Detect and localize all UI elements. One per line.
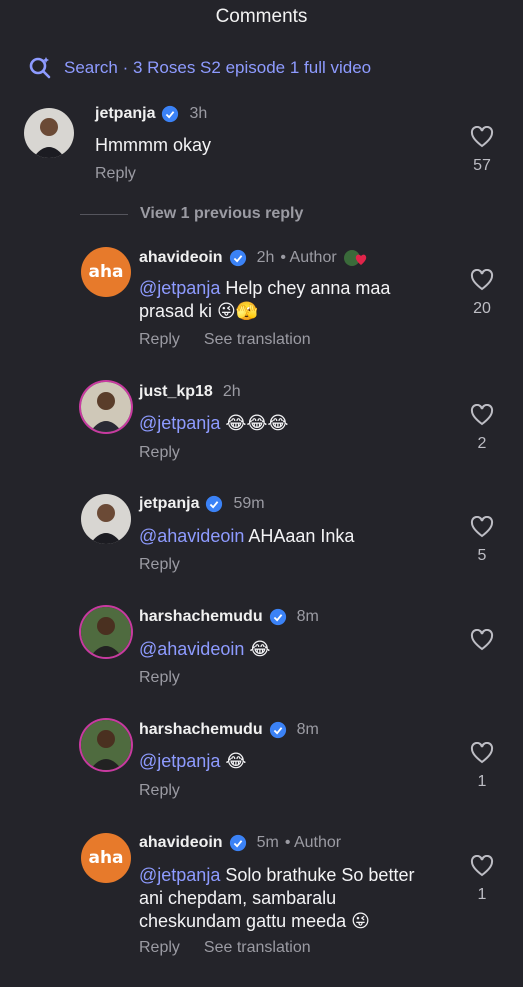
timestamp: 59m — [233, 495, 265, 512]
like-button[interactable]: 5 — [462, 515, 502, 565]
comment-text: @jetpanja Help chey anna maa prasad ki 😜… — [139, 277, 439, 323]
avatar[interactable] — [24, 108, 74, 158]
comment-body: AHAaan Inka — [244, 526, 355, 546]
view-previous-label: View 1 previous reply — [140, 205, 304, 222]
see-translation-button[interactable]: See translation — [204, 939, 311, 957]
verified-badge-icon — [269, 721, 286, 739]
heart-icon — [470, 628, 494, 651]
like-count: 1 — [477, 773, 487, 790]
like-count: 20 — [473, 300, 491, 317]
heart-icon — [470, 125, 494, 148]
heart-icon — [470, 741, 494, 764]
avatar[interactable]: aha — [81, 833, 131, 883]
reply-button[interactable]: Reply — [139, 669, 180, 687]
avatar[interactable] — [81, 382, 131, 432]
heart-icon — [470, 268, 494, 291]
mention[interactable]: @jetpanja — [139, 751, 220, 771]
comment-text: @ahavideoin 😂 — [139, 638, 439, 661]
search-suggestion[interactable]: Search · 3 Roses S2 episode 1 full video — [28, 56, 371, 80]
comment-body: Hmmmm okay — [95, 135, 211, 155]
aha-logo: aha — [88, 262, 124, 282]
reply-button[interactable]: Reply — [139, 331, 180, 349]
search-text: Search · 3 Roses S2 episode 1 full video — [64, 58, 372, 77]
verified-badge-icon — [162, 105, 179, 123]
timestamp: 5m — [256, 834, 279, 851]
username[interactable]: just_kp18 — [139, 383, 213, 401]
comment-text: @jetpanja 😂 — [139, 750, 439, 773]
reply-button[interactable]: Reply — [139, 444, 180, 462]
like-count: 2 — [477, 435, 487, 452]
verified-badge-icon — [229, 249, 246, 267]
comment-text: @jetpanja 😂😂😂 — [139, 412, 439, 435]
reply-button[interactable]: Reply — [139, 782, 180, 800]
mention[interactable]: @jetpanja — [139, 865, 220, 885]
like-button[interactable]: 1 — [462, 741, 502, 791]
username[interactable]: ahavideoin — [139, 834, 223, 852]
reply-button[interactable]: Reply — [95, 165, 136, 183]
verified-badge-icon — [229, 834, 246, 852]
see-translation-button[interactable]: See translation — [204, 331, 311, 349]
username[interactable]: jetpanja — [95, 105, 155, 123]
timestamp: 8m — [296, 608, 319, 625]
reply-button[interactable]: Reply — [139, 556, 180, 574]
page-title: Comments — [215, 6, 308, 27]
username[interactable]: ahavideoin — [139, 249, 223, 267]
like-count: 1 — [477, 886, 487, 903]
divider — [80, 213, 128, 215]
mention[interactable]: @ahavideoin — [139, 526, 244, 546]
mention[interactable]: @jetpanja — [139, 278, 220, 298]
username[interactable]: jetpanja — [139, 495, 199, 513]
like-count: 57 — [473, 157, 491, 174]
comment-text: @jetpanja Solo brathuke So better ani ch… — [139, 864, 429, 933]
username[interactable]: harshachemudu — [139, 721, 263, 739]
author-label: • Author — [284, 834, 342, 851]
view-previous-replies[interactable]: View 1 previous reply — [80, 205, 303, 223]
comment-body: 😂😂😂 — [220, 413, 289, 433]
reply-button[interactable]: Reply — [139, 939, 180, 957]
avatar[interactable] — [81, 494, 131, 544]
like-button[interactable] — [462, 628, 502, 660]
comment-text: @ahavideoin AHAaan Inka — [139, 525, 439, 548]
comment-text: Hmmmm okay — [95, 134, 395, 157]
avatar[interactable]: aha — [81, 247, 131, 297]
avatar[interactable] — [81, 607, 131, 657]
like-count: 5 — [477, 547, 487, 564]
author-label: • Author — [280, 249, 337, 266]
verified-badge-icon — [269, 608, 286, 626]
comment-body: 😂 — [220, 751, 247, 771]
username[interactable]: harshachemudu — [139, 608, 263, 626]
comment-body: 😂 — [244, 639, 271, 659]
like-button[interactable]: 2 — [462, 403, 502, 453]
search-icon — [29, 57, 51, 79]
mention[interactable]: @ahavideoin — [139, 639, 244, 659]
avatar[interactable] — [81, 720, 131, 770]
timestamp: 8m — [296, 721, 319, 738]
timestamp: 2h — [256, 249, 275, 266]
heart-icon — [470, 403, 494, 426]
timestamp: 2h — [222, 383, 241, 400]
heart-icon — [470, 515, 494, 538]
heart-icon — [470, 854, 494, 877]
like-button[interactable]: 20 — [462, 268, 502, 318]
like-button[interactable]: 1 — [462, 854, 502, 904]
creator-liked-icon — [343, 250, 366, 266]
aha-logo: aha — [88, 848, 124, 868]
timestamp: 3h — [189, 105, 208, 122]
mention[interactable]: @jetpanja — [139, 413, 220, 433]
like-button[interactable]: 57 — [462, 125, 502, 175]
verified-badge-icon — [206, 495, 223, 513]
